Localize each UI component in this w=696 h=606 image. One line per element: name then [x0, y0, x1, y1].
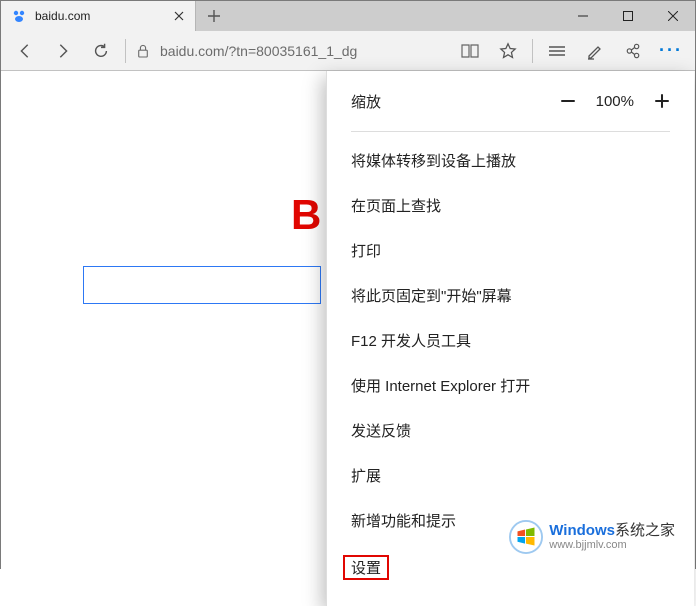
titlebar: baidu.com	[1, 1, 695, 31]
maximize-button[interactable]	[605, 1, 650, 31]
more-button[interactable]: ···	[653, 33, 689, 69]
minimize-button[interactable]	[560, 1, 605, 31]
favorites-star-icon[interactable]	[490, 33, 526, 69]
menu-item-cast[interactable]: 将媒体转移到设备上播放	[327, 138, 694, 183]
menu-item-print[interactable]: 打印	[327, 228, 694, 273]
menu-item-open-ie[interactable]: 使用 Internet Explorer 打开	[327, 363, 694, 408]
search-input[interactable]	[83, 266, 321, 304]
menu-separator	[351, 131, 670, 132]
baidu-logo: B	[291, 191, 321, 239]
tab-close-button[interactable]	[171, 8, 187, 24]
browser-window: baidu.com	[0, 0, 696, 569]
watermark-title: Windows系统之家	[549, 523, 675, 540]
new-tab-button[interactable]	[196, 1, 232, 31]
zoom-out-button[interactable]	[554, 87, 582, 115]
url-text[interactable]: baidu.com/?tn=80035161_1_dg	[156, 43, 450, 59]
back-button[interactable]	[7, 33, 43, 69]
lock-icon	[132, 44, 154, 58]
notes-icon[interactable]	[577, 33, 613, 69]
tab-title: baidu.com	[35, 9, 171, 23]
zoom-label: 缩放	[351, 91, 554, 112]
zoom-in-button[interactable]	[648, 87, 676, 115]
refresh-button[interactable]	[83, 33, 119, 69]
menu-item-pin-start[interactable]: 将此页固定到"开始"屏幕	[327, 273, 694, 318]
window-controls	[560, 1, 695, 31]
watermark-url: www.bjjmlv.com	[549, 539, 675, 551]
watermark: Windows系统之家 www.bjjmlv.com	[501, 516, 683, 558]
baidu-favicon-icon	[11, 8, 27, 24]
reading-view-icon[interactable]	[452, 33, 488, 69]
address-bar: baidu.com/?tn=80035161_1_dg ···	[1, 31, 695, 71]
menu-item-find[interactable]: 在页面上查找	[327, 183, 694, 228]
hub-icon[interactable]	[539, 33, 575, 69]
menu-item-extensions[interactable]: 扩展	[327, 453, 694, 498]
more-dots-icon: ···	[659, 40, 683, 61]
zoom-value: 100%	[596, 93, 634, 110]
browser-tab[interactable]: baidu.com	[1, 1, 196, 31]
settings-highlight: 设置	[343, 555, 389, 580]
menu-item-devtools[interactable]: F12 开发人员工具	[327, 318, 694, 363]
zoom-row: 缩放 100%	[327, 77, 694, 129]
close-window-button[interactable]	[650, 1, 695, 31]
menu-item-feedback[interactable]: 发送反馈	[327, 408, 694, 453]
share-icon[interactable]	[615, 33, 651, 69]
forward-button[interactable]	[45, 33, 81, 69]
windows-logo-icon	[509, 520, 543, 554]
